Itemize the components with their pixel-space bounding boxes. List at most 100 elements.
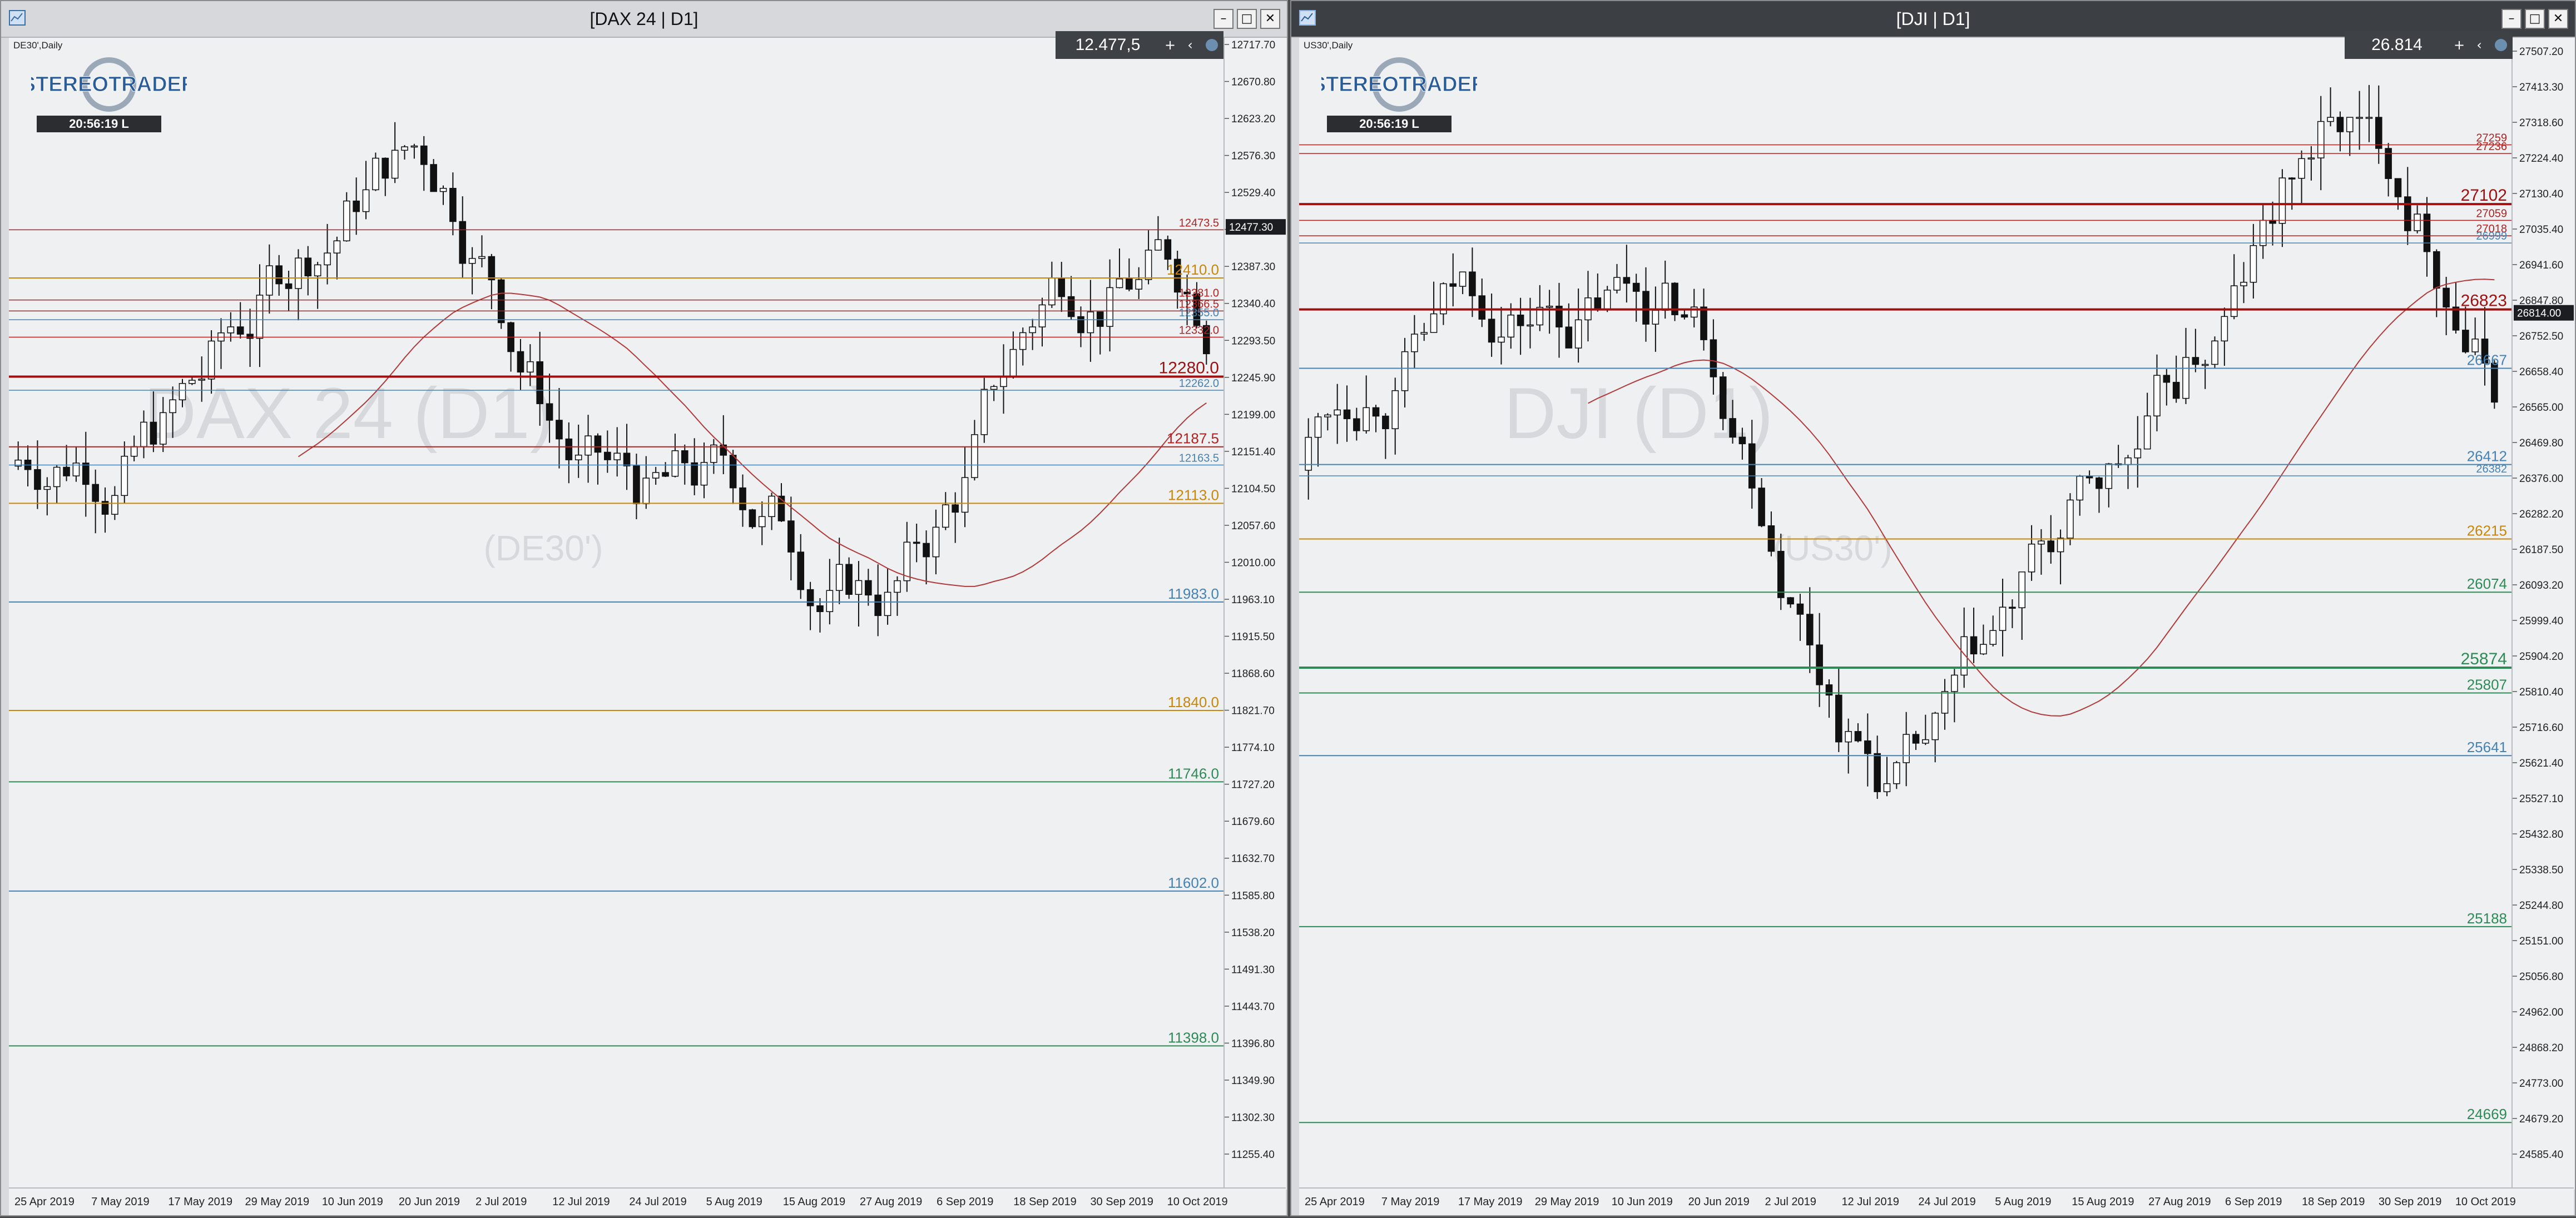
y-tick-label: 25151.00 bbox=[2519, 936, 2563, 947]
dji-chart-window: [DJI | D1] – □ ✕ DJI (D1) (US30') 27259 272… bbox=[1290, 0, 2576, 1216]
candle-body bbox=[34, 469, 41, 490]
level-label: 26074 bbox=[2467, 575, 2507, 592]
candle-body bbox=[189, 380, 196, 384]
candle-body bbox=[971, 434, 978, 478]
x-tick-label: 12 Jul 2019 bbox=[1841, 1196, 1899, 1208]
candle-body bbox=[2307, 157, 2315, 160]
candle-body bbox=[865, 580, 872, 596]
y-tick-label: 27318.60 bbox=[2519, 117, 2563, 129]
price-axis-labels: 12717.70 12670.80 12623.20 12576.30 12529.40… bbox=[1225, 39, 1286, 1161]
y-tick-label: 11585.80 bbox=[1231, 890, 1275, 902]
candle-body bbox=[1449, 283, 1457, 287]
level-label: 26999 bbox=[2476, 230, 2507, 242]
x-tick-label: 6 Sep 2019 bbox=[937, 1196, 993, 1208]
restore-button[interactable]: □ bbox=[2525, 9, 2545, 29]
add-button[interactable]: + bbox=[2449, 37, 2469, 53]
candle-body bbox=[2085, 475, 2093, 479]
symbol-label: US30',Daily bbox=[1304, 40, 1353, 51]
candle-body bbox=[43, 486, 51, 490]
candle-body bbox=[1058, 277, 1066, 297]
candle-body bbox=[1106, 287, 1113, 327]
candle-body bbox=[1623, 277, 1631, 284]
minimize-button[interactable]: – bbox=[1213, 9, 1233, 29]
candle-body bbox=[82, 463, 90, 485]
candle-body bbox=[2414, 213, 2421, 231]
time-axis-labels: 25 Apr 2019 7 May 2019 17 May 2019 29 May 2… bbox=[1305, 1196, 2516, 1208]
candle-body bbox=[2124, 457, 2132, 465]
price-axis[interactable]: 12717.70 12670.80 12623.20 12576.30 12529.40… bbox=[1223, 38, 1287, 1190]
candle-body bbox=[1652, 310, 1659, 325]
server-clock: 20:56:19 L bbox=[37, 116, 161, 132]
y-tick-label: 11821.70 bbox=[1231, 705, 1275, 717]
candle-body bbox=[1729, 418, 1736, 438]
x-tick-label: 17 May 2019 bbox=[1458, 1196, 1523, 1208]
time-axis[interactable]: 25 Apr 2019 7 May 2019 17 May 2019 29 May 2… bbox=[1299, 1187, 2574, 1215]
back-button[interactable]: ‹ bbox=[2469, 37, 2489, 53]
level-label: 27236 bbox=[2476, 141, 2507, 153]
candle-body bbox=[246, 334, 254, 339]
close-button[interactable]: ✕ bbox=[1260, 9, 1280, 29]
x-tick-label: 18 Sep 2019 bbox=[1013, 1196, 1076, 1208]
add-button[interactable]: + bbox=[1160, 37, 1180, 53]
candle-body bbox=[1305, 436, 1312, 471]
candle-body bbox=[952, 504, 959, 513]
back-button[interactable]: ‹ bbox=[1180, 37, 1200, 53]
y-tick-label: 11491.30 bbox=[1231, 964, 1275, 976]
watermark-title: DAX 24 (D1) bbox=[144, 372, 554, 454]
candle-body bbox=[2278, 177, 2286, 224]
candle-body bbox=[1000, 376, 1007, 387]
y-tick-label: 27507.20 bbox=[2519, 46, 2563, 58]
candle-body bbox=[923, 543, 930, 558]
y-tick-label: 25716.60 bbox=[2519, 722, 2563, 734]
candle-body bbox=[1613, 277, 1621, 291]
candle-body bbox=[1719, 376, 1727, 419]
candle-body bbox=[1077, 316, 1084, 334]
price-axis[interactable]: 27507.20 27413.30 27318.60 27224.40 27130.40… bbox=[2511, 38, 2575, 1190]
x-tick-label: 27 Aug 2019 bbox=[2148, 1196, 2211, 1208]
close-button[interactable]: ✕ bbox=[2548, 9, 2568, 29]
restore-button[interactable]: □ bbox=[1237, 9, 1257, 29]
y-tick-label: 25244.80 bbox=[2519, 900, 2563, 912]
minimize-button[interactable]: – bbox=[2501, 9, 2521, 29]
candle-body bbox=[2365, 117, 2373, 119]
candle-body bbox=[92, 484, 99, 502]
candle-body bbox=[227, 326, 235, 334]
candle-body bbox=[2143, 415, 2151, 450]
candle-body bbox=[1796, 603, 1804, 615]
candle-body bbox=[700, 462, 708, 486]
x-tick-label: 15 Aug 2019 bbox=[783, 1196, 845, 1208]
candle-body bbox=[2269, 220, 2276, 224]
candle-body bbox=[2317, 121, 2325, 158]
candle-body bbox=[2250, 245, 2257, 283]
candle-body bbox=[207, 340, 215, 380]
chart-plot-area[interactable]: DAX 24 (D1) (DE30') 12473.5 12410.0 12381.0 1… bbox=[9, 38, 1223, 1190]
candle-body bbox=[488, 256, 496, 281]
candle-body bbox=[1488, 319, 1495, 343]
candle-body bbox=[150, 421, 157, 445]
status-dot-icon[interactable] bbox=[2495, 39, 2507, 51]
status-dot-icon[interactable] bbox=[1206, 39, 1218, 51]
candle-body bbox=[1738, 436, 1746, 445]
x-tick-label: 15 Aug 2019 bbox=[2072, 1196, 2134, 1208]
x-tick-label: 29 May 2019 bbox=[1535, 1196, 1599, 1208]
candle-body bbox=[2375, 117, 2382, 149]
candle-body bbox=[401, 146, 408, 151]
x-tick-label: 2 Jul 2019 bbox=[1765, 1196, 1816, 1208]
candle-body bbox=[2462, 330, 2469, 352]
chart-plot-area[interactable]: DJI (D1) (US30') 27259 27236 27102 27059 27018… bbox=[1299, 38, 2511, 1190]
candle-body bbox=[961, 477, 969, 513]
candle-body bbox=[63, 466, 70, 476]
candle-body bbox=[1903, 734, 1910, 763]
candle-body bbox=[2298, 158, 2305, 179]
candle-body bbox=[1420, 332, 1428, 335]
candle-body bbox=[2076, 475, 2084, 501]
y-tick-label: 11963.10 bbox=[1231, 594, 1275, 606]
candle-body bbox=[285, 283, 293, 289]
y-tick-label: 24773.00 bbox=[2519, 1078, 2563, 1090]
time-axis[interactable]: 25 Apr 2019 7 May 2019 17 May 2019 29 May 2… bbox=[9, 1187, 1286, 1215]
candle-body bbox=[1835, 694, 1842, 743]
candle-body bbox=[787, 520, 795, 553]
candle-body bbox=[546, 403, 553, 421]
candle-body bbox=[1314, 416, 1322, 438]
candle-body bbox=[1459, 271, 1467, 287]
